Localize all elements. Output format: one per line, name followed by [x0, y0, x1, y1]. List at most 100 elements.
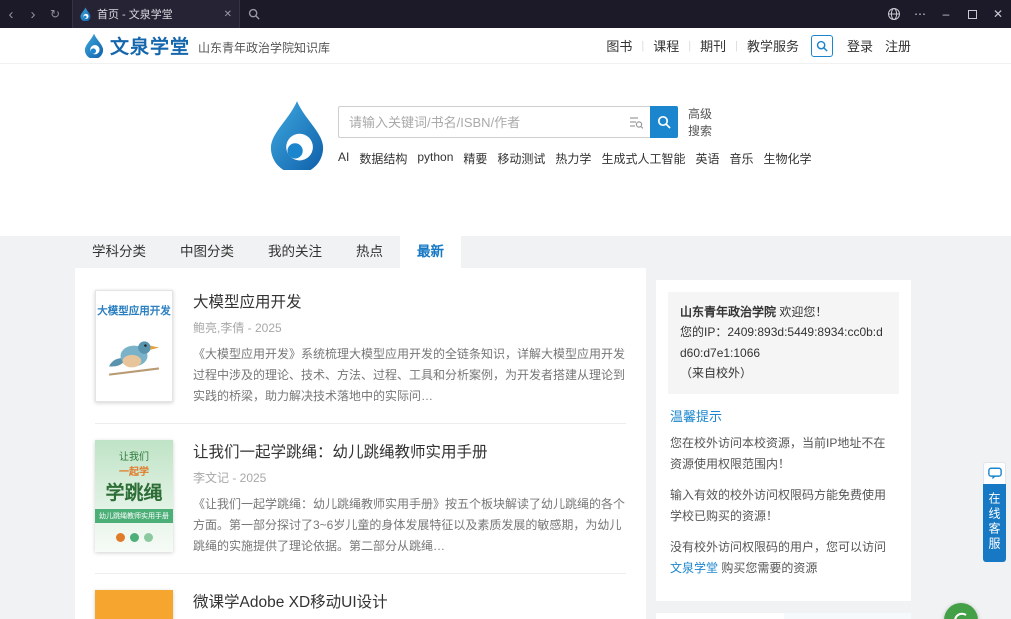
browser-tab[interactable]: 首页 - 文泉学堂 ✕ — [72, 0, 240, 28]
tips-paragraph: 您在校外访问本校资源，当前IP地址不在资源使用权限范围内！ — [670, 435, 886, 471]
search-input[interactable] — [339, 114, 650, 130]
welcome-box: 山东青年政治学院 欢迎您！ 您的IP：2409:893d:5449:8934:c… — [668, 292, 899, 394]
access-card: CARSI访问 校外访问 在校外访问时，使用本校CARSI账户登录，即可免费使用… — [656, 612, 912, 619]
tips-paragraph: 没有校外访问权限码的用户，您可以访问 文泉学堂 购买您需要的资源 — [670, 539, 887, 575]
book-list: 大模型应用开发 大模型应用开发 鲍亮,李倩 - 2025 《大模型应用开发》系统… — [75, 268, 646, 619]
logo-drop-icon — [84, 33, 104, 58]
refresh-button[interactable]: ↻ — [44, 0, 66, 28]
tips-paragraph: 输入有效的校外访问权限码方能免费使用学校已购买的资源！ — [670, 487, 887, 523]
keyword-link[interactable]: AI — [338, 150, 349, 167]
close-button[interactable]: ✕ — [985, 0, 1011, 28]
tab-title: 首页 - 文泉学堂 — [97, 9, 173, 21]
register-link[interactable]: 注册 — [885, 36, 911, 55]
sidebar: 山东青年政治学院 欢迎您！ 您的IP：2409:893d:5449:8934:c… — [656, 280, 911, 619]
book-description: 《大模型应用开发》系统梳理大模型应用开发的全链条知识，详解大模型应用开发过程中涉… — [193, 347, 626, 403]
nav-courses[interactable]: 课程 — [653, 36, 679, 55]
book-item: 让我们 一起学 学跳绳 幼儿跳绳教师实用手册 让我们一起学跳绳：幼儿跳绳教师实用… — [95, 424, 626, 574]
hot-keywords: AI 数据结构 python 精要 移动测试 热力学 生成式人工智能 英语 音乐… — [338, 150, 812, 167]
nav-books[interactable]: 图书 — [606, 36, 632, 55]
keyword-link[interactable]: 生物化学 — [763, 150, 811, 167]
chat-bubble-icon — [983, 462, 1006, 484]
magnifier-icon — [816, 40, 828, 52]
tips-title: 温馨提示 — [670, 408, 723, 424]
nav-separator: | — [688, 39, 692, 52]
search-submit-button[interactable] — [650, 106, 678, 138]
ip-note: （来自校外） — [680, 366, 753, 381]
cover-text: 学跳绳 — [105, 483, 163, 504]
window-controls: ⋯ – ✕ — [881, 0, 1011, 28]
keyword-link[interactable]: 热力学 — [555, 150, 591, 167]
search-tab-button[interactable] — [240, 0, 268, 28]
online-service-label: 在线客服 — [987, 492, 1001, 552]
book-item: 微课学Adobe XD 移动UI设计 微课学Adobe XD移动UI设计 高鹏 … — [95, 574, 626, 619]
tab-hot[interactable]: 热点 — [339, 236, 400, 268]
book-description: 《让我们一起学跳绳：幼儿跳绳教师实用手册》按五个板块解读了幼儿跳绳的各个方面。第… — [193, 497, 626, 553]
school-name: 山东青年政治学院 — [680, 305, 777, 319]
welcome-card: 山东青年政治学院 欢迎您！ 您的IP：2409:893d:5449:8934:c… — [656, 280, 911, 601]
ip-label: 您的IP： — [680, 325, 728, 340]
cover-decoration — [95, 533, 173, 542]
tab-offcampus-access[interactable]: 校外访问 — [784, 613, 912, 619]
back-button[interactable]: ‹ — [0, 0, 22, 28]
nav-separator: | — [641, 39, 645, 52]
site-logo[interactable]: 文泉学堂 — [84, 32, 190, 59]
book-title[interactable]: 让我们一起学跳绳：幼儿跳绳教师实用手册 — [193, 440, 626, 462]
keyword-link[interactable]: 生成式人工智能 — [601, 150, 685, 167]
accessibility-widget[interactable] — [944, 603, 978, 619]
tips-section: 温馨提示 您在校外访问本校资源，当前IP地址不在资源使用权限范围内！ 输入有效的… — [656, 406, 911, 601]
magnifier-icon — [248, 8, 260, 20]
site-subtitle: 山东青年政治学院知识库 — [198, 41, 331, 55]
magnifier-icon — [657, 115, 671, 129]
logo-text: 文泉学堂 — [110, 37, 191, 58]
minimize-button[interactable]: – — [933, 0, 959, 28]
advanced-search-link[interactable]: 高级搜索 — [688, 106, 716, 138]
header-nav: 图书 | 课程 | 期刊 | 教学服务 登录 注册 — [606, 34, 911, 57]
cover-title: 大模型应用开发 — [97, 305, 171, 317]
book-cover[interactable]: 大模型应用开发 — [95, 290, 173, 402]
nav-journals[interactable]: 期刊 — [700, 36, 726, 55]
keyword-link[interactable]: 数据结构 — [359, 150, 407, 167]
tab-subject-classification[interactable]: 学科分类 — [75, 236, 163, 268]
keyword-link[interactable]: 英语 — [695, 150, 719, 167]
tab-latest[interactable]: 最新 — [400, 236, 461, 268]
forward-button[interactable]: › — [22, 0, 44, 28]
tab-clc-classification[interactable]: 中图分类 — [163, 236, 251, 268]
maximize-button[interactable] — [959, 0, 985, 28]
cover-text: 一起学 — [119, 467, 149, 478]
book-author: 李文记 - 2025 — [193, 471, 267, 485]
nav-teaching-services[interactable]: 教学服务 — [747, 36, 799, 55]
cover-text: 让我们 — [119, 452, 149, 463]
more-menu-button[interactable]: ⋯ — [907, 0, 933, 28]
book-title[interactable]: 大模型应用开发 — [193, 290, 626, 312]
tab-close-icon[interactable]: ✕ — [224, 9, 232, 20]
hero-section: 高级搜索 AI 数据结构 python 精要 移动测试 热力学 生成式人工智能 … — [0, 64, 1011, 236]
book-title[interactable]: 微课学Adobe XD移动UI设计 — [193, 590, 626, 612]
book-cover[interactable]: 微课学Adobe XD 移动UI设计 — [95, 590, 173, 619]
nav-separator: | — [735, 39, 738, 52]
network-globe-icon[interactable] — [881, 0, 907, 28]
book-author: 鲍亮,李倩 - 2025 — [193, 321, 282, 335]
keyword-link[interactable]: 精要 — [463, 150, 487, 167]
accessibility-icon — [954, 612, 967, 619]
tab-carsi-access[interactable]: CARSI访问 — [656, 612, 784, 619]
hero-logo-icon — [268, 100, 326, 175]
login-link[interactable]: 登录 — [847, 36, 873, 55]
favicon-icon — [80, 7, 91, 21]
bird-illustration — [108, 341, 160, 376]
keyword-link[interactable]: python — [417, 150, 453, 167]
tab-my-follows[interactable]: 我的关注 — [251, 236, 339, 268]
book-item: 大模型应用开发 大模型应用开发 鲍亮,李倩 - 2025 《大模型应用开发》系统… — [95, 274, 626, 424]
search-box — [338, 106, 650, 138]
browser-titlebar: ‹ › ↻ 首页 - 文泉学堂 ✕ ⋯ – ✕ — [0, 0, 1011, 28]
book-cover[interactable]: 让我们 一起学 学跳绳 幼儿跳绳教师实用手册 — [95, 440, 173, 552]
cover-subtitle: 幼儿跳绳教师实用手册 — [95, 509, 173, 523]
online-service-widget[interactable]: 在线客服 — [983, 462, 1006, 562]
search-options-icon[interactable] — [629, 116, 644, 134]
wenquan-link[interactable]: 文泉学堂 — [670, 561, 718, 575]
greeting-text: 欢迎您！ — [779, 305, 828, 319]
category-tabs: 学科分类 中图分类 我的关注 热点 最新 — [75, 236, 911, 268]
access-tabs: CARSI访问 校外访问 — [656, 612, 912, 619]
keyword-link[interactable]: 移动测试 — [497, 150, 545, 167]
keyword-link[interactable]: 音乐 — [729, 150, 753, 167]
header-search-button[interactable] — [810, 34, 833, 57]
